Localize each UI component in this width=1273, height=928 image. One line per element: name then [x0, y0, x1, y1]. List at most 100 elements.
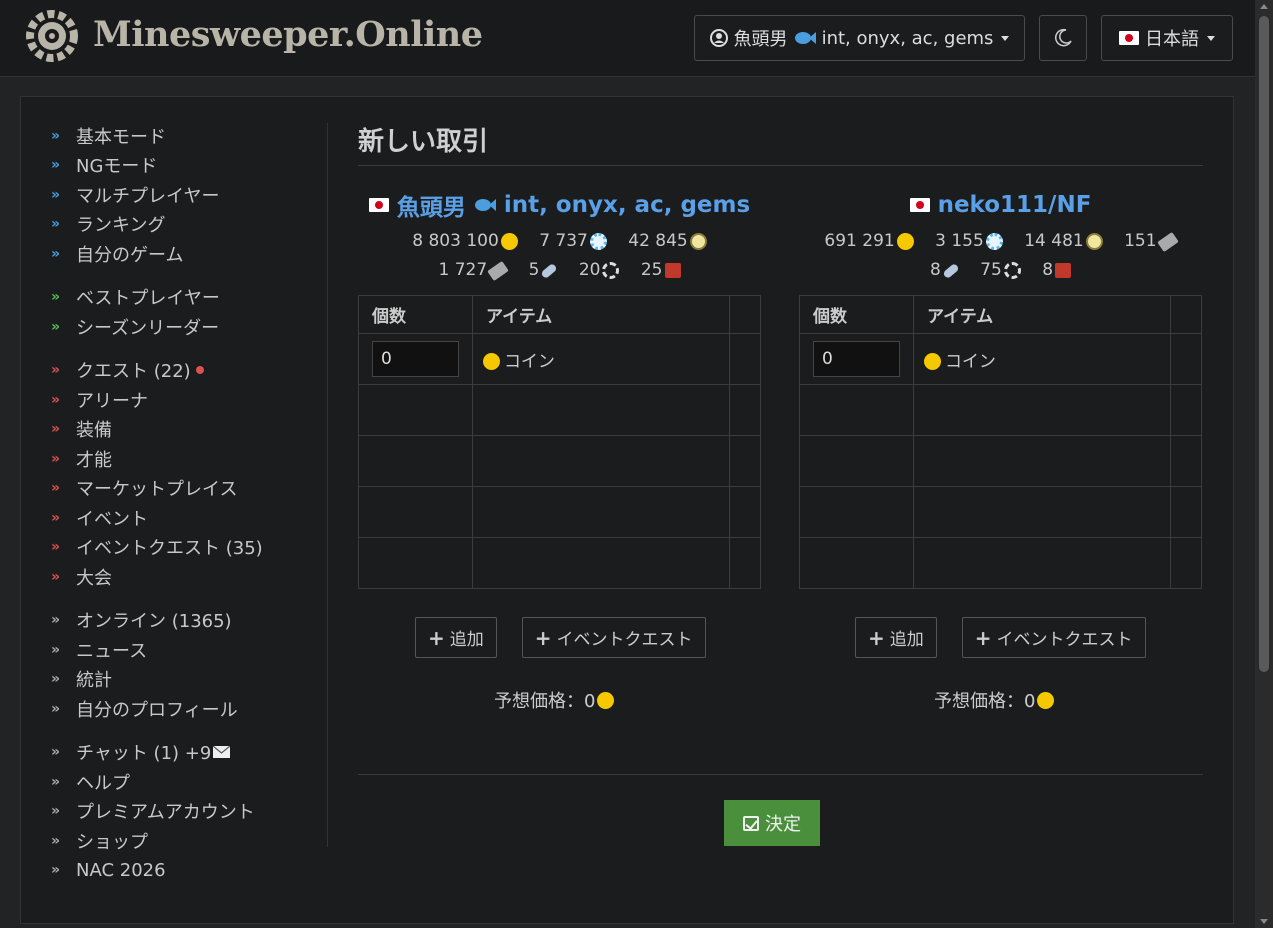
coin-icon	[482, 353, 500, 370]
stat-rockets: 5	[529, 256, 559, 285]
star-coin-icon	[689, 233, 707, 250]
table-row	[799, 486, 1202, 538]
table-row: コイン	[799, 333, 1202, 385]
sidebar-item-marketplace[interactable]: » マーケットプレイス	[51, 474, 291, 504]
coin-icon	[1037, 691, 1055, 709]
plus-icon: +	[974, 625, 992, 650]
quantity-input[interactable]	[813, 341, 900, 377]
sidebar-item-tournaments[interactable]: » 大会	[51, 562, 291, 592]
nav-group-leaders: » ベストプレイヤー » シーズンリーダー	[51, 283, 291, 342]
envelope-icon	[213, 746, 231, 759]
user-icon	[709, 29, 728, 47]
sidebar-item-online[interactable]: » オンライン (1365)	[51, 606, 291, 636]
sidebar-item-my-profile[interactable]: » 自分のプロフィール	[51, 694, 291, 724]
plus-icon: +	[534, 625, 552, 650]
coin-icon	[597, 691, 615, 709]
add-item-button[interactable]: + 追加	[415, 617, 497, 658]
gear-icon	[1003, 262, 1021, 279]
chevron-right-icon: »	[51, 773, 60, 790]
theme-toggle-button[interactable]	[1039, 15, 1087, 61]
sidebar-item-statistics[interactable]: » 統計	[51, 665, 291, 695]
submit-trade-button[interactable]: 決定	[724, 800, 820, 846]
sidebar-item-events[interactable]: » イベント	[51, 503, 291, 533]
chevron-right-icon: »	[51, 509, 60, 526]
language-label: 日本語	[1145, 29, 1199, 50]
col-header-qty: 個数	[358, 295, 473, 334]
scroll-up-icon[interactable]	[1260, 4, 1268, 9]
trader-partner-stats: 691 291 3 155 14 481 151 8 75 8	[799, 227, 1202, 285]
moon-icon	[1055, 28, 1072, 47]
col-header-qty: 個数	[799, 295, 914, 334]
stat-rockets: 8	[930, 256, 960, 285]
chevron-right-icon: »	[51, 862, 60, 879]
user-menu-button[interactable]: 魚頭男 int, onyx, ac, gems	[694, 15, 1025, 61]
sidebar-item-my-games[interactable]: » 自分のゲーム	[51, 239, 291, 269]
chevron-right-icon: »	[51, 421, 60, 438]
sidebar-item-nac-2026[interactable]: » NAC 2026	[51, 856, 291, 886]
sidebar-item-arena[interactable]: » アリーナ	[51, 385, 291, 415]
chevron-right-icon: »	[51, 671, 60, 688]
japan-flag-icon	[1119, 31, 1139, 45]
trader-partner-header: neko111/NF	[799, 187, 1202, 223]
sidebar-item-chat[interactable]: » チャット (1) +9	[51, 738, 291, 768]
item-cell: コイン	[471, 333, 731, 385]
stat-coins: 8 803 100	[412, 227, 518, 256]
sidebar-item-talents[interactable]: » 才能	[51, 444, 291, 474]
title-divider	[358, 165, 1203, 166]
site-title[interactable]: Minesweeper.Online	[93, 14, 483, 55]
sidebar-item-ng-mode[interactable]: » NGモード	[51, 151, 291, 181]
nav-group-community: » オンライン (1365) » ニュース » 統計 » 自分のプロフィール	[51, 606, 291, 724]
sidebar-item-ranking[interactable]: » ランキング	[51, 210, 291, 240]
rocket-icon	[942, 262, 960, 279]
add-item-button[interactable]: + 追加	[855, 617, 937, 658]
stat-gems: 7 737	[539, 227, 607, 256]
nav-group-play: » 基本モード » NGモード » マルチプレイヤー » ランキング » 自分のゲーム	[51, 121, 291, 269]
nav-group-misc: » チャット (1) +9 » ヘルプ » プレミアムアカウント » ショップ » NAC…	[51, 738, 291, 886]
trader-self-tags: int, onyx, ac, gems	[503, 192, 751, 218]
chevron-right-icon: »	[51, 362, 60, 379]
logo-icon[interactable]	[24, 8, 80, 64]
sidebar-item-quests[interactable]: » クエスト (22)	[51, 356, 291, 386]
chevron-right-icon: »	[51, 450, 60, 467]
chevron-right-icon: »	[51, 641, 60, 658]
bottom-divider	[358, 774, 1203, 775]
trader-partner-name[interactable]: neko111/NF	[938, 192, 1092, 218]
sidebar-item-premium[interactable]: » プレミアムアカウント	[51, 797, 291, 827]
table-row	[358, 435, 761, 487]
chevron-right-icon: »	[51, 803, 60, 820]
sidebar-item-news[interactable]: » ニュース	[51, 635, 291, 665]
page-title: 新しい取引	[358, 127, 489, 157]
sidebar-item-event-quests[interactable]: » イベントクエスト (35)	[51, 533, 291, 563]
trade-actions-self: + 追加 + イベントクエスト	[415, 617, 706, 658]
chevron-right-icon: »	[51, 744, 60, 761]
sidebar-item-shop[interactable]: » ショップ	[51, 826, 291, 856]
sidebar-item-multiplayer[interactable]: » マルチプレイヤー	[51, 180, 291, 210]
sidebar-item-help[interactable]: » ヘルプ	[51, 767, 291, 797]
language-select-button[interactable]: 日本語	[1101, 15, 1233, 61]
scrollbar-thumb[interactable]	[1259, 16, 1269, 672]
sidebar-item-best-players[interactable]: » ベストプレイヤー	[51, 283, 291, 313]
table-row	[799, 435, 1202, 487]
trader-self-name[interactable]: 魚頭男	[397, 188, 466, 222]
stat-gems: 3 155	[935, 227, 1003, 256]
table-row	[358, 384, 761, 436]
page-scrollbar[interactable]	[1255, 0, 1273, 928]
table-row	[799, 537, 1202, 589]
plus-icon: +	[868, 625, 885, 650]
quantity-input[interactable]	[372, 341, 459, 377]
trade-items-table-partner: 個数 アイテム コイン	[799, 295, 1202, 589]
chevron-right-icon: »	[51, 186, 60, 203]
chevron-right-icon: »	[51, 289, 60, 306]
chevron-right-icon: »	[51, 216, 60, 233]
trade-column-partner: neko111/NF 691 291 3 155 14 481 151 8 75…	[799, 187, 1202, 589]
sidebar-item-basic-mode[interactable]: » 基本モード	[51, 121, 291, 151]
scroll-down-icon[interactable]	[1260, 919, 1268, 924]
add-event-quest-button[interactable]: + イベントクエスト	[961, 617, 1146, 658]
chevron-right-icon: »	[51, 245, 60, 262]
rocket-icon	[540, 262, 559, 279]
sidebar-item-equipment[interactable]: » 装備	[51, 415, 291, 445]
add-event-quest-button[interactable]: + イベントクエスト	[521, 617, 706, 658]
stat-gifts: 8	[1042, 256, 1072, 285]
sidebar-item-season-leaders[interactable]: » シーズンリーダー	[51, 312, 291, 342]
notification-dot	[195, 366, 204, 375]
